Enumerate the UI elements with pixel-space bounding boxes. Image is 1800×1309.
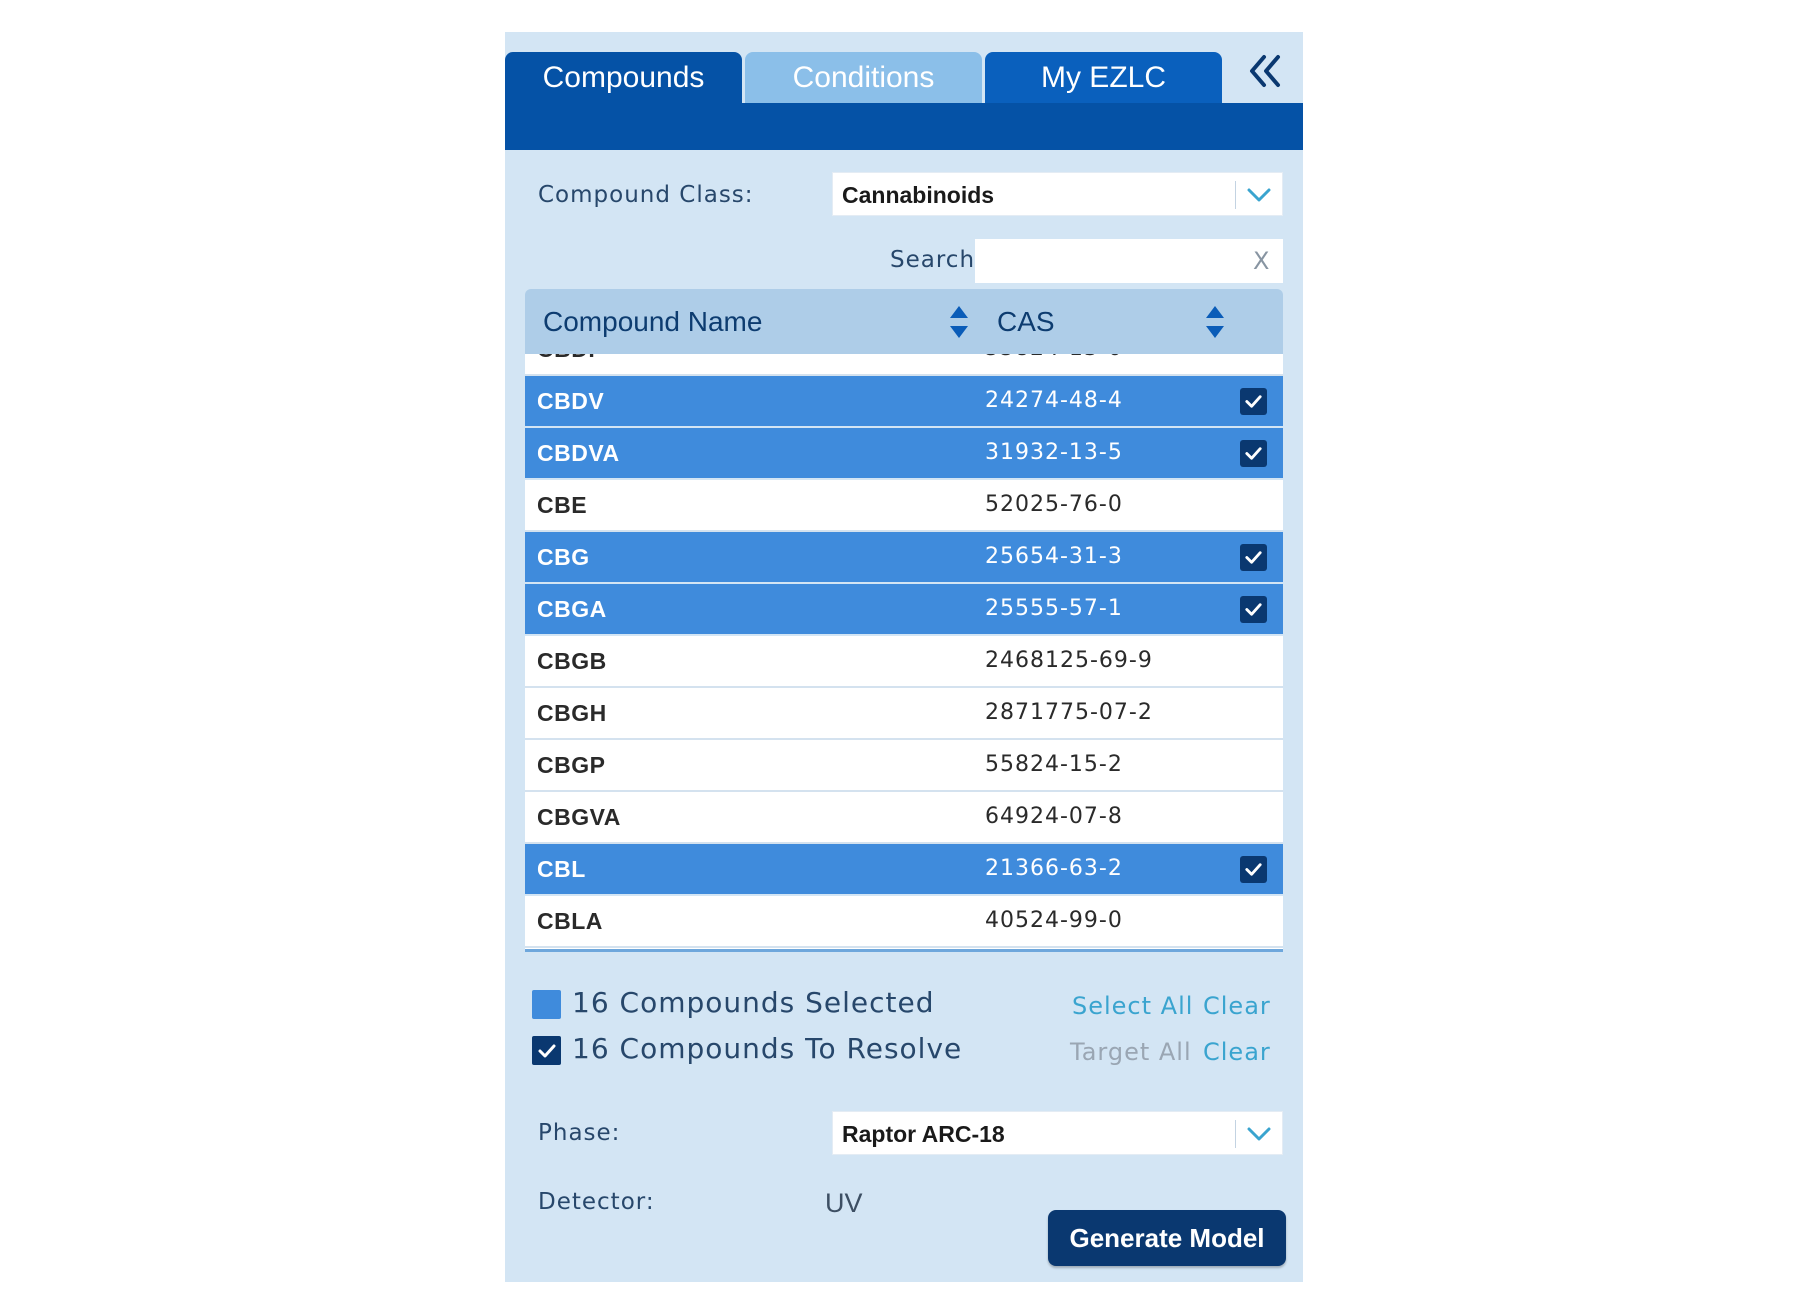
resolve-checkbox[interactable]: [1240, 856, 1267, 883]
table-row[interactable]: CBL 21366-63-2: [525, 844, 1283, 896]
compound-name-cell: CBGVA: [537, 804, 621, 830]
table-row[interactable]: CBLA 40524-99-0: [525, 896, 1283, 948]
compounds-to-resolve-count: 16 Compounds To Resolve: [572, 1032, 963, 1065]
resolve-checkbox[interactable]: [1240, 596, 1267, 623]
cas-cell: 2871775-07-2: [985, 700, 1153, 725]
table-row[interactable]: CBE 52025-76-0: [525, 480, 1283, 532]
table-row[interactable]: CBDVA 31932-13-5: [525, 428, 1283, 480]
compounds-selected-count: 16 Compounds Selected: [572, 986, 935, 1019]
compound-name-cell: CBG: [537, 544, 590, 570]
cas-cell: 2468125-69-9: [985, 648, 1153, 673]
table-row[interactable]: CBGA 25555-57-1: [525, 584, 1283, 636]
select-all-link[interactable]: Select All: [1072, 992, 1193, 1020]
table-header: Compound Name CAS: [525, 289, 1283, 354]
resolve-checkbox[interactable]: [1240, 440, 1267, 467]
table-row[interactable]: CBDP 55824-13-0: [525, 354, 1283, 376]
cas-cell: 25555-57-1: [985, 596, 1123, 621]
phase-label: Phase:: [538, 1120, 621, 1146]
compound-name-cell: CBDVA: [537, 440, 620, 466]
compound-name-cell: CBDP: [537, 354, 604, 374]
cas-cell: 25654-31-3: [985, 544, 1123, 569]
detector-value: UV: [825, 1188, 863, 1218]
selected-swatch: [532, 990, 561, 1019]
checkmark-icon: [1245, 863, 1262, 876]
cas-cell: 55824-15-2: [985, 752, 1123, 777]
detector-label: Detector:: [538, 1189, 655, 1215]
collapse-panel-button[interactable]: [1240, 46, 1290, 96]
compound-table-body[interactable]: CBDP 55824-13-0 CBDV 24274-48-4 CBDVA 31932-1…: [525, 354, 1283, 952]
header-band: [505, 103, 1303, 150]
column-header-compound-name[interactable]: Compound Name: [543, 289, 762, 354]
table-row[interactable]: CBGP 55824-15-2: [525, 740, 1283, 792]
clear-selected-link[interactable]: Clear: [1203, 992, 1271, 1020]
tab-conditions[interactable]: Conditions: [745, 52, 982, 103]
sort-icon[interactable]: [948, 304, 970, 340]
search-input[interactable]: [975, 239, 1283, 283]
clear-resolve-link[interactable]: Clear: [1203, 1038, 1271, 1066]
compound-name-cell: CBGB: [537, 648, 607, 674]
compound-name-cell: CBGH: [537, 700, 607, 726]
checkmark-icon: [1245, 395, 1262, 408]
column-header-cas[interactable]: CAS: [997, 289, 1055, 354]
target-all-link[interactable]: Target All: [1070, 1038, 1192, 1066]
cas-cell: 52025-76-0: [985, 492, 1123, 517]
select-divider: [1235, 1120, 1236, 1148]
search-clear-button[interactable]: X: [1253, 239, 1269, 283]
resolve-checkbox[interactable]: [1240, 388, 1267, 415]
checkmark-icon: [1245, 603, 1262, 616]
compound-name-cell: CBDV: [537, 388, 605, 414]
compound-class-label: Compound Class:: [538, 182, 754, 208]
table-row[interactable]: CBG 25654-31-3: [525, 532, 1283, 584]
cas-cell: 55824-13-0: [985, 354, 1123, 374]
cas-cell: 31932-13-5: [985, 440, 1123, 465]
compound-name-cell: CBGA: [537, 596, 607, 622]
cas-cell: 21366-63-2: [985, 856, 1123, 881]
resolve-checkbox-swatch: [532, 1036, 561, 1065]
tab-my-ezlc[interactable]: My EZLC: [985, 52, 1222, 103]
tab-compounds[interactable]: Compounds: [505, 52, 742, 103]
search-label: Search:: [890, 247, 984, 273]
compound-class-value: Cannabinoids: [842, 182, 995, 208]
chevron-down-icon: [1247, 1127, 1271, 1141]
ezlc-panel: Compounds Conditions My EZLC Compound Cl…: [505, 32, 1303, 1282]
chevron-down-icon: [1247, 188, 1271, 202]
compound-class-select[interactable]: Cannabinoids: [832, 172, 1283, 216]
cas-cell: 40524-99-0: [985, 908, 1123, 933]
cas-cell: 24274-48-4: [985, 388, 1123, 413]
checkmark-icon: [1245, 447, 1262, 460]
select-divider: [1235, 181, 1236, 209]
phase-select[interactable]: Raptor ARC-18: [832, 1111, 1283, 1155]
phase-value: Raptor ARC-18: [842, 1121, 1005, 1147]
compound-name-cell: CBE: [537, 492, 588, 518]
compound-name-cell: CBL: [537, 856, 586, 882]
sort-icon[interactable]: [1204, 304, 1226, 340]
generate-model-button[interactable]: Generate Model: [1048, 1210, 1286, 1266]
cas-cell: 64924-07-8: [985, 804, 1123, 829]
double-chevron-left-icon: [1250, 55, 1280, 87]
table-row[interactable]: CBGB 2468125-69-9: [525, 636, 1283, 688]
checkmark-icon: [538, 1044, 555, 1057]
table-row[interactable]: CBDV 24274-48-4: [525, 376, 1283, 428]
tab-header: Compounds Conditions My EZLC: [505, 32, 1303, 150]
resolve-checkbox[interactable]: [1240, 544, 1267, 571]
compound-name-cell: CBGP: [537, 752, 606, 778]
checkmark-icon: [1245, 551, 1262, 564]
table-row[interactable]: CBGVA 64924-07-8: [525, 792, 1283, 844]
compound-name-cell: CBLA: [537, 908, 603, 934]
compound-rows: CBDP 55824-13-0 CBDV 24274-48-4 CBDVA 31932-1…: [525, 354, 1283, 948]
table-row[interactable]: CBGH 2871775-07-2: [525, 688, 1283, 740]
